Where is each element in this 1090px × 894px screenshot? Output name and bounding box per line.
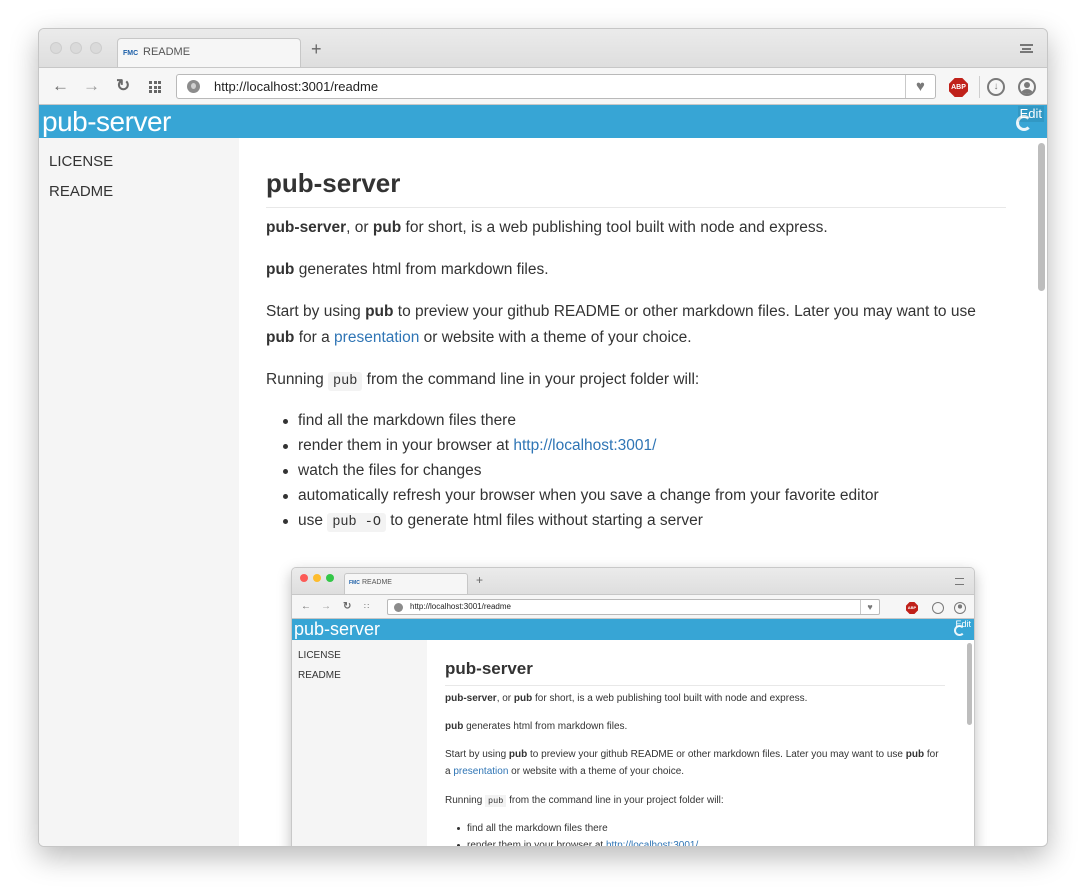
favicon-icon: FMC bbox=[123, 50, 139, 57]
heart-icon[interactable]: ♥ bbox=[905, 75, 935, 98]
paragraph-start: Start by using pub to preview your githu… bbox=[266, 303, 976, 346]
tab-readme[interactable]: FMC README bbox=[117, 38, 301, 68]
browser-toolbar: ← → ↻ http://localhost:3001/readme ♥ ABP… bbox=[39, 67, 1047, 105]
close-window-button[interactable] bbox=[50, 42, 62, 54]
list-item: use pub -O to generate html files withou… bbox=[283, 508, 879, 533]
download-icon[interactable]: ↓ bbox=[987, 78, 1005, 96]
edit-button[interactable]: Edit bbox=[1017, 106, 1044, 122]
presentation-link[interactable]: presentation bbox=[334, 329, 419, 346]
list-item: render them in your browser at http://lo… bbox=[283, 433, 879, 458]
minimize-window-button[interactable] bbox=[70, 42, 82, 54]
page-title: pub-server bbox=[266, 168, 401, 198]
code-pub: pub bbox=[328, 372, 363, 391]
tab-title: README bbox=[143, 46, 191, 58]
list-item: automatically refresh your browser when … bbox=[283, 483, 879, 508]
paragraph-generates: pub generates html from markdown files. bbox=[266, 261, 549, 278]
list-item: find all the markdown files there bbox=[283, 408, 879, 433]
localhost-link[interactable]: http://localhost:3001/ bbox=[513, 437, 656, 454]
zoom-window-button[interactable] bbox=[90, 42, 102, 54]
forward-arrow-icon[interactable]: → bbox=[83, 77, 100, 95]
site-banner: pub-server Edit bbox=[39, 105, 1047, 138]
title-divider bbox=[266, 207, 1006, 208]
address-bar[interactable]: http://localhost:3001/readme ♥ bbox=[176, 74, 936, 99]
page-scrollbar[interactable] bbox=[1037, 141, 1046, 846]
paragraph-intro: pub-server, or pub for short, is a web p… bbox=[266, 219, 828, 236]
profile-icon[interactable] bbox=[1018, 78, 1036, 96]
tab-menu-icon[interactable] bbox=[1020, 44, 1033, 53]
paragraph-running: Running pub from the command line in you… bbox=[266, 371, 700, 391]
adblock-icon[interactable]: ABP bbox=[949, 78, 968, 97]
feature-list: find all the markdown files there render… bbox=[283, 408, 879, 533]
reload-icon[interactable]: ↻ bbox=[116, 77, 130, 95]
toolbar-divider bbox=[979, 76, 980, 98]
back-arrow-icon[interactable]: ← bbox=[52, 77, 69, 95]
url-text[interactable]: http://localhost:3001/readme bbox=[214, 79, 378, 94]
sidebar-item-license[interactable]: LICENSE bbox=[49, 153, 113, 170]
sidebar: LICENSE README bbox=[39, 138, 239, 846]
browser-window: FMC README + ← → ↻ http://localhost:3001… bbox=[38, 28, 1048, 847]
globe-icon bbox=[187, 80, 200, 93]
site-brand[interactable]: pub-server bbox=[42, 106, 171, 138]
tab-strip: FMC README + bbox=[39, 29, 1047, 68]
code-pub-o: pub -O bbox=[327, 513, 386, 532]
sidebar-item-readme[interactable]: README bbox=[49, 183, 113, 200]
list-item: watch the files for changes bbox=[283, 458, 879, 483]
apps-grid-icon[interactable] bbox=[149, 81, 161, 93]
scroll-thumb[interactable] bbox=[1038, 143, 1045, 291]
new-tab-button[interactable]: + bbox=[311, 40, 322, 58]
readme-screenshot-image: FMC README + ← → ↻ ∷ http://localhost:30… bbox=[291, 567, 975, 846]
